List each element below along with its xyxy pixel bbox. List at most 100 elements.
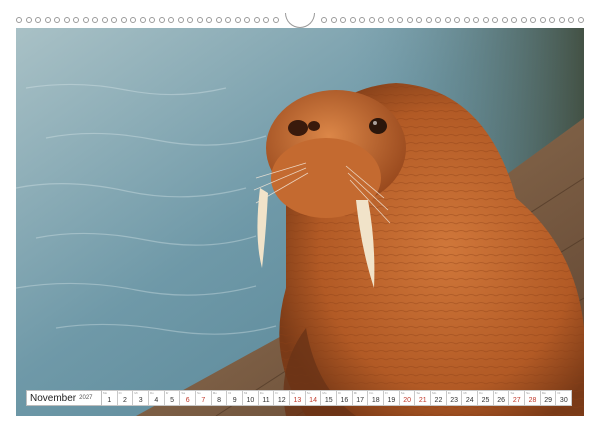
day-cell: Di 9 xyxy=(227,390,244,406)
day-number: 17 xyxy=(356,397,364,404)
binding-hole xyxy=(549,17,555,23)
day-cell: Sa 27 xyxy=(509,390,526,406)
day-number: 23 xyxy=(450,397,459,404)
day-number: 24 xyxy=(465,397,474,404)
binding-hole xyxy=(340,17,346,23)
binding-hole xyxy=(16,17,22,23)
binding-hole xyxy=(254,17,260,23)
day-cell: Sa 6 xyxy=(180,390,197,406)
binding-hole xyxy=(454,17,460,23)
weekday-abbr: Fr xyxy=(494,391,498,395)
binding-hole xyxy=(416,17,422,23)
binding-hole xyxy=(102,17,108,23)
binding-hole xyxy=(483,17,489,23)
binding-hole xyxy=(235,17,241,23)
month-label-cell: November 2027 xyxy=(26,390,102,406)
binding-hole xyxy=(378,17,384,23)
binding-hole xyxy=(492,17,498,23)
day-number: 29 xyxy=(544,397,553,404)
binding-hole xyxy=(140,17,146,23)
day-number: 9 xyxy=(232,397,237,404)
binding-hole xyxy=(530,17,536,23)
weekday-abbr: Sa xyxy=(291,391,295,395)
day-cell: Fr 19 xyxy=(384,390,400,406)
weekday-abbr: Sa xyxy=(400,391,405,395)
day-cell: Mi 3 xyxy=(133,390,150,406)
weekday-abbr: So xyxy=(306,391,311,395)
day-cell: So 28 xyxy=(525,390,541,406)
weekday-abbr: Do xyxy=(369,391,374,395)
weekday-abbr: Di xyxy=(338,391,341,395)
day-cells: Mo 1 Di 2 Mi 3 Do 4 Fr 5 Sa 6 So 7 Mo 8 Di 9 Mi 10 Do 11 Fr 12 S… xyxy=(102,390,573,406)
day-number: 25 xyxy=(481,397,490,404)
day-number: 22 xyxy=(434,397,443,404)
binding-hole xyxy=(225,17,231,23)
day-number: 5 xyxy=(170,397,174,404)
weekday-abbr: Do xyxy=(479,391,483,395)
binding-hole xyxy=(407,17,413,23)
month-name: November xyxy=(30,392,77,404)
weekday-abbr: Sa xyxy=(181,391,186,395)
day-cell: Sa 20 xyxy=(399,390,416,406)
binding-hole xyxy=(397,17,403,23)
calendar-photo xyxy=(16,28,584,416)
binding-hole xyxy=(426,17,432,23)
day-number: 13 xyxy=(293,397,302,404)
day-cell: Do 18 xyxy=(368,390,385,406)
day-cell: Do 11 xyxy=(258,390,275,406)
binding-hole xyxy=(121,17,127,23)
day-number: 11 xyxy=(262,397,270,404)
binding-hole xyxy=(168,17,174,23)
day-cell: So 7 xyxy=(196,390,212,406)
binding-hole xyxy=(435,17,441,23)
binding-hole xyxy=(26,17,32,23)
day-cell: So 14 xyxy=(305,390,322,406)
day-number: 1 xyxy=(107,397,112,404)
weekday-abbr: Fr xyxy=(275,391,279,395)
day-number: 10 xyxy=(246,397,255,404)
binding-hole xyxy=(35,17,41,23)
day-cell: Sa 13 xyxy=(290,390,306,406)
day-cell: Di 23 xyxy=(446,390,463,406)
binding-hole xyxy=(473,17,479,23)
binding-hole xyxy=(206,17,212,23)
weekday-abbr: Do xyxy=(150,391,154,395)
binding-hole xyxy=(83,17,89,23)
calendar-strip: November 2027 Mo 1 Di 2 Mi 3 Do 4 Fr 5 Sa 6 So 7 Mo 8 Di… xyxy=(26,390,573,406)
day-cell: Fr 5 xyxy=(164,390,181,406)
weekday-abbr: Mi xyxy=(353,391,357,395)
day-number: 6 xyxy=(185,397,190,404)
binding-hole xyxy=(464,17,470,23)
day-cell: Fr 26 xyxy=(493,390,510,406)
day-number: 30 xyxy=(559,397,568,404)
binding-hole xyxy=(331,17,337,23)
binding-hole xyxy=(130,17,136,23)
binding-hole xyxy=(388,17,394,23)
binding-hole xyxy=(92,17,98,23)
walrus-photo xyxy=(16,28,584,416)
binding-hole xyxy=(321,17,327,23)
binding-hole xyxy=(350,17,356,23)
binding-hole xyxy=(511,17,517,23)
weekday-abbr: Di xyxy=(557,391,561,395)
day-number: 2 xyxy=(123,397,127,404)
binding-hole xyxy=(159,17,165,23)
day-number: 3 xyxy=(138,397,143,404)
binding-hole xyxy=(216,17,222,23)
day-number: 21 xyxy=(418,397,427,404)
day-cell: Mo 1 xyxy=(102,390,118,406)
binding-hole xyxy=(540,17,546,23)
day-cell: Mo 22 xyxy=(431,390,447,406)
weekday-abbr: Mo xyxy=(103,391,108,395)
year-label: 2027 xyxy=(79,395,93,401)
binding-hole xyxy=(178,17,184,23)
binding-hole xyxy=(54,17,60,23)
day-number: 12 xyxy=(277,397,286,404)
binding-hole xyxy=(568,17,574,23)
weekday-abbr: Mo xyxy=(322,391,327,395)
day-number: 8 xyxy=(217,397,221,404)
day-number: 7 xyxy=(201,397,206,404)
day-number: 20 xyxy=(403,397,411,404)
day-cell: Di 2 xyxy=(117,390,134,406)
binding-hole xyxy=(502,17,508,23)
